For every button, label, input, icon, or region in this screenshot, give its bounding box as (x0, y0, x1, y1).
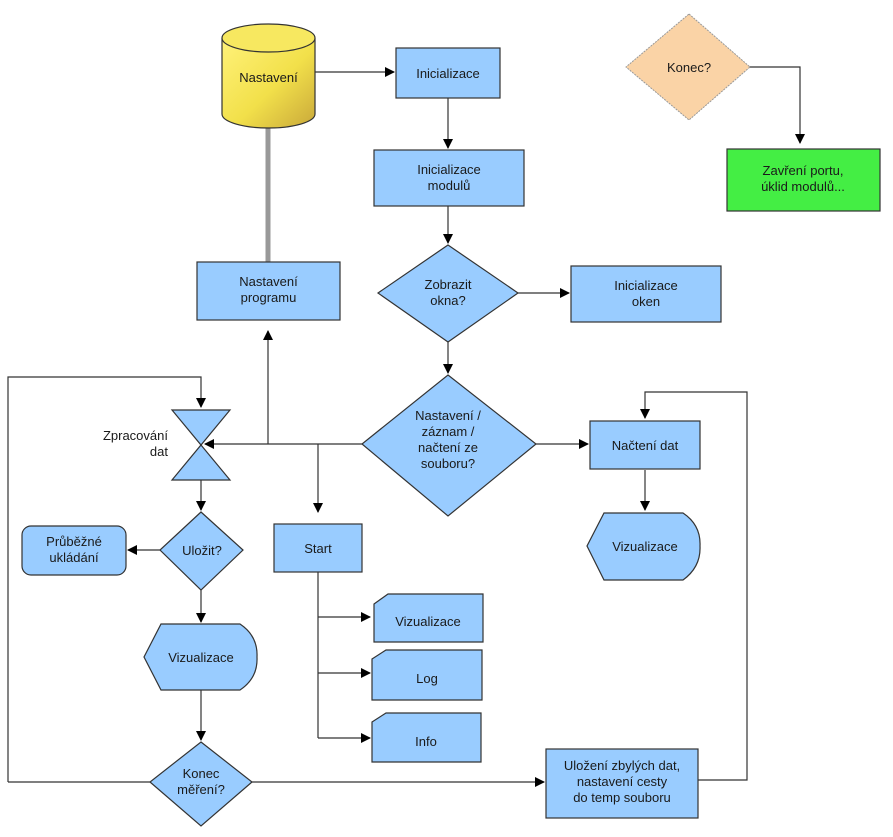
save-decision[interactable]: Uložit? (159, 511, 244, 591)
label-line: Info (415, 734, 437, 749)
label-line: Inicializace (614, 278, 678, 293)
show-windows-decision[interactable]: Zobrazit okna? (376, 244, 520, 343)
label-line: Zavření portu, (763, 163, 844, 178)
program-settings-label: Nastavení programu (239, 274, 298, 305)
label-line: Zpracování (103, 428, 168, 443)
end-decision-label: Konec? (667, 60, 711, 75)
process-data-node[interactable]: Zpracování dat (103, 409, 232, 481)
label-line: Nastavení (239, 70, 298, 85)
output-visualize-label: Vizualizace (395, 614, 461, 629)
init-windows-node[interactable]: Inicializace oken (570, 265, 722, 323)
visualize-left-label: Vizualizace (168, 650, 234, 665)
label-line: Vizualizace (395, 614, 461, 629)
label-line: souboru? (421, 456, 475, 471)
settings-store-node[interactable]: Nastavení (221, 23, 316, 129)
init-label: Inicializace (416, 66, 480, 81)
label-line: Vizualizace (168, 650, 234, 665)
label-line: ukládání (49, 550, 99, 565)
continuous-save-node[interactable]: Průběžné ukládání (21, 525, 127, 576)
start-label: Start (304, 541, 332, 556)
label-line: Zobrazit (425, 277, 472, 292)
label-line: nastavení cesty (577, 774, 668, 789)
save-decision-label: Uložit? (182, 543, 222, 558)
label-line: Inicializace (417, 162, 481, 177)
flowchart: Nastavení Inicializace Inicializace modul… (7, 13, 881, 827)
label-line: Nastavení / (415, 408, 481, 423)
label-line: Uložit? (182, 543, 222, 558)
label-line: modulů (428, 178, 471, 193)
init-modules-node[interactable]: Inicializace modulů (373, 149, 525, 207)
label-line: Načtení dat (612, 438, 679, 453)
label-line: Konec? (667, 60, 711, 75)
load-data-label: Načtení dat (612, 438, 679, 453)
label-line: Inicializace (416, 66, 480, 81)
output-visualize-node[interactable]: Vizualizace (373, 593, 484, 643)
start-node[interactable]: Start (273, 523, 363, 573)
label-line: záznam / (422, 424, 475, 439)
save-remaining-node[interactable]: Uložení zbylých dat, nastavení cesty do te… (545, 748, 699, 819)
label-line: Log (416, 671, 438, 686)
end-measure-decision[interactable]: Konec měření? (149, 741, 253, 827)
label-line: měření? (177, 782, 225, 797)
mode-decision[interactable]: Nastavení / záznam / načtení ze souboru? (361, 374, 537, 517)
label-line: oken (632, 294, 660, 309)
init-node[interactable]: Inicializace (395, 47, 501, 99)
output-info-label: Info (415, 734, 437, 749)
end-decision[interactable]: Konec? (625, 13, 751, 121)
output-log-node[interactable]: Log (371, 649, 483, 701)
process-data-label: Zpracování dat (103, 428, 168, 459)
visualize-left-node[interactable]: Vizualizace (143, 623, 258, 691)
label-line: úklid modulů... (761, 179, 845, 194)
mode-decision-label: Nastavení / záznam / načtení ze souboru? (415, 408, 481, 471)
output-info-node[interactable]: Info (371, 712, 482, 763)
visualize-right-label: Vizualizace (612, 539, 678, 554)
label-line: Vizualizace (612, 539, 678, 554)
label-line: Konec (183, 766, 220, 781)
label-line: Průběžné (46, 534, 102, 549)
show-windows-label: Zobrazit okna? (425, 277, 472, 308)
label-line: dat (150, 444, 168, 459)
load-data-node[interactable]: Načtení dat (589, 420, 701, 470)
label-line: okna? (430, 293, 465, 308)
label-line: načtení ze (418, 440, 478, 455)
label-line: Uložení zbylých dat, (564, 758, 680, 773)
label-line: do temp souboru (573, 790, 671, 805)
save-remaining-label: Uložení zbylých dat, nastavení cesty do te… (564, 758, 680, 805)
output-log-label: Log (416, 671, 438, 686)
continuous-save-label: Průběžné ukládání (46, 534, 102, 565)
settings-store-label: Nastavení (239, 70, 298, 85)
label-line: Nastavení (239, 274, 298, 289)
program-settings-node[interactable]: Nastavení programu (196, 261, 341, 321)
end-measure-label: Konec měření? (177, 766, 225, 797)
close-port-node[interactable]: Zavření portu, úklid modulů... (726, 148, 881, 212)
visualize-right-node[interactable]: Vizualizace (586, 512, 701, 581)
label-line: programu (241, 290, 297, 305)
label-line: Start (304, 541, 332, 556)
close-port-label: Zavření portu, úklid modulů... (761, 163, 845, 194)
